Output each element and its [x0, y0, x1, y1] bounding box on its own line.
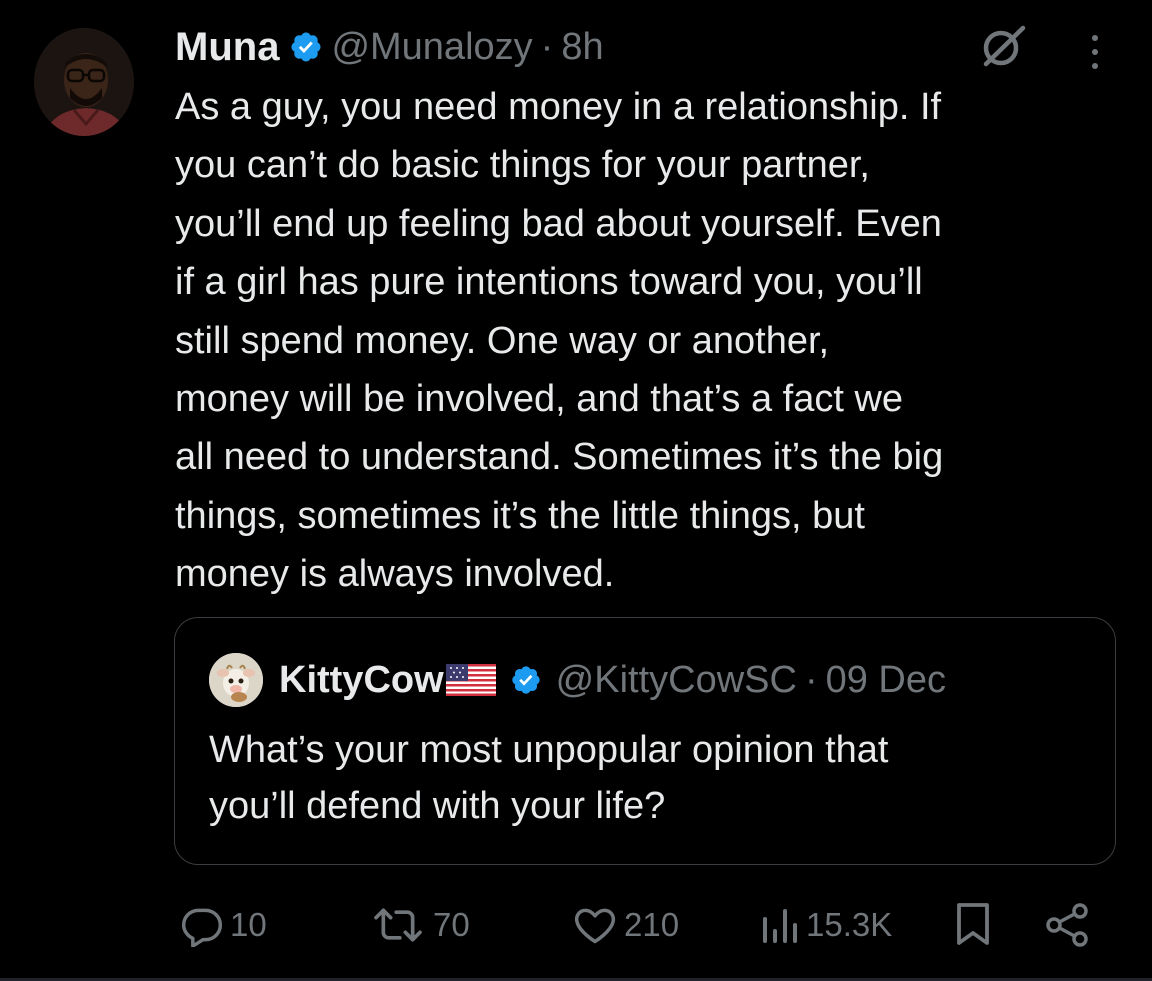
heart-icon — [572, 903, 618, 947]
quoted-tweet[interactable]: KittyCow @KittyCowSC · 09 Dec What’s you… — [174, 617, 1116, 865]
views-count: 15.3K — [806, 906, 893, 943]
quoted-author-avatar[interactable] — [209, 653, 263, 707]
reply-button[interactable]: 10 — [180, 895, 267, 955]
verified-badge-icon[interactable] — [289, 30, 323, 64]
quoted-header-separator: · — [804, 658, 818, 701]
views-button[interactable]: 15.3K — [760, 895, 892, 955]
author-name[interactable]: Muna — [175, 25, 279, 70]
tweet-header: Muna @Munalozy · 8h — [175, 22, 604, 72]
author-handle[interactable]: @Munalozy — [331, 26, 532, 69]
quoted-tweet-text: What’s your most unpopular opinion that … — [209, 729, 889, 827]
tweet-text: As a guy, you need money in a relationsh… — [175, 86, 944, 596]
quoted-author-handle[interactable]: @KittyCowSC — [556, 659, 797, 702]
repost-icon — [369, 903, 427, 947]
bookmark-button[interactable] — [953, 895, 993, 955]
reply-count: 10 — [230, 906, 267, 943]
author-avatar[interactable] — [34, 28, 134, 136]
like-count: 210 — [624, 906, 680, 943]
us-flag-icon — [445, 664, 496, 696]
like-button[interactable]: 210 — [572, 895, 679, 955]
repost-count: 70 — [433, 906, 470, 943]
quoted-author-name[interactable]: KittyCow — [279, 659, 444, 702]
more-options-icon[interactable] — [1080, 28, 1110, 72]
views-chart-icon — [760, 903, 800, 947]
tweet-action-bar: 10 70 210 15.3K — [0, 895, 1152, 955]
share-button[interactable] — [1044, 895, 1092, 955]
share-icon — [1044, 901, 1092, 949]
grok-icon[interactable] — [975, 22, 1029, 72]
bookmark-icon — [953, 901, 993, 949]
verified-badge-icon[interactable] — [510, 664, 542, 696]
header-separator: · — [540, 25, 554, 68]
quoted-tweet-header: KittyCow @KittyCowSC · 09 Dec — [209, 653, 946, 707]
repost-button[interactable]: 70 — [369, 895, 470, 955]
quoted-tweet-date[interactable]: 09 Dec — [826, 659, 946, 702]
tweet-timestamp[interactable]: 8h — [561, 26, 603, 69]
reply-icon — [180, 903, 224, 947]
